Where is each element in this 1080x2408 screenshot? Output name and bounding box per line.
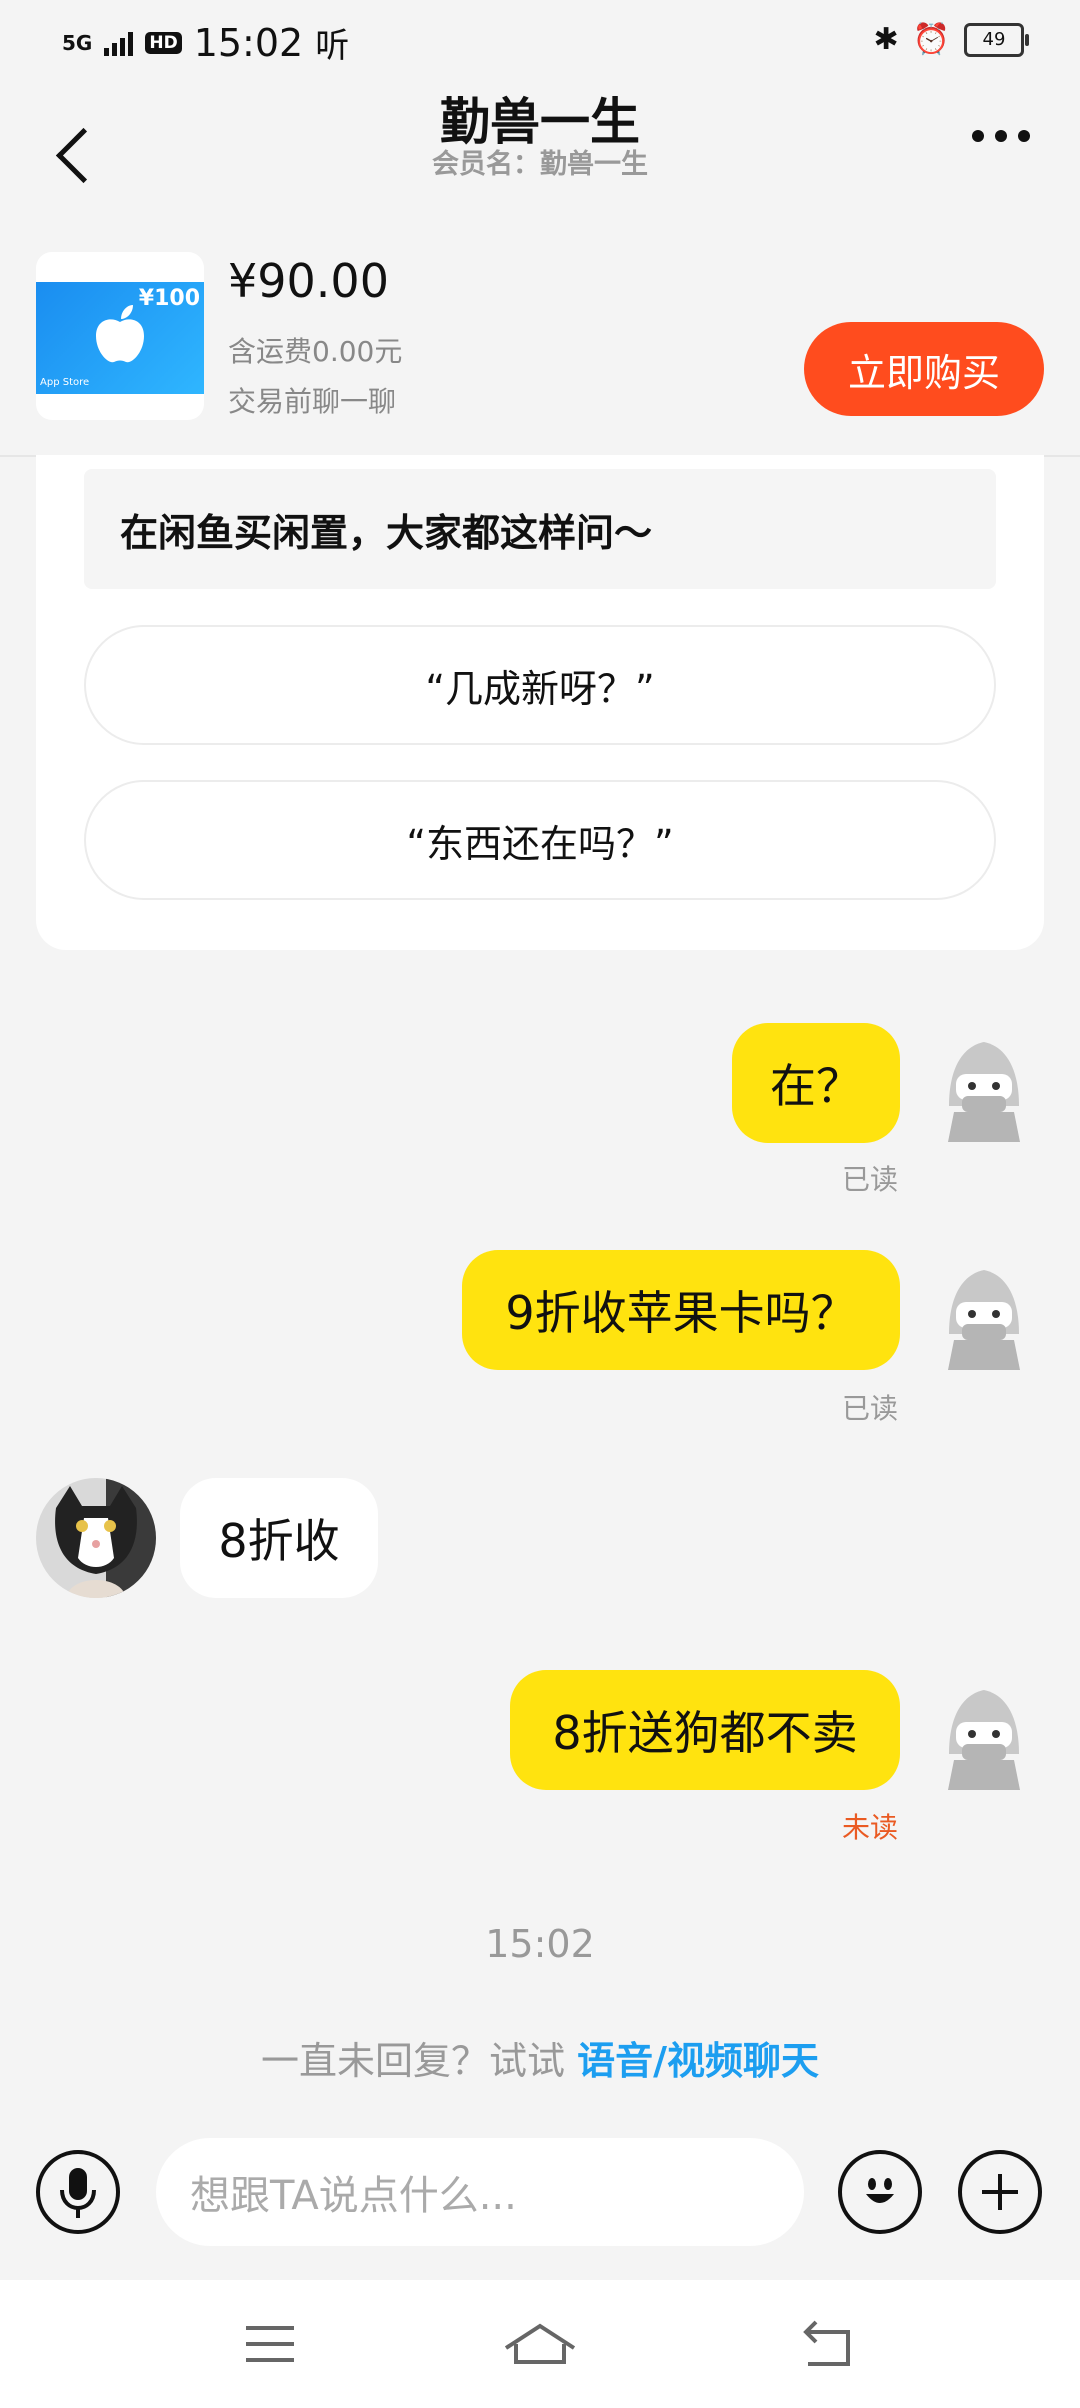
product-price: ¥90.00 — [228, 254, 389, 308]
signal-icon — [104, 30, 134, 56]
home-icon[interactable] — [500, 2314, 580, 2374]
back-nav-icon[interactable] — [796, 2314, 856, 2374]
read-status: 已读 — [842, 1392, 899, 1425]
message-timestamp: 15:02 — [485, 1922, 595, 1966]
network-label: 5G — [62, 30, 93, 55]
voice-video-chat-link[interactable]: 语音/视频聊天 — [577, 2039, 819, 2083]
chat-hint: 交易前聊一聊 — [228, 385, 397, 418]
my-avatar[interactable] — [934, 1684, 1034, 1794]
apple-logo-icon — [96, 305, 144, 363]
product-thumbnail[interactable]: ¥100 App Store — [36, 252, 204, 420]
alarm-icon: ⏰ — [912, 22, 950, 57]
input-bar: 想跟TA说点什么... — [0, 2120, 1080, 2280]
my-message-bubble[interactable]: 9折收苹果卡吗？ — [462, 1250, 900, 1370]
more-options-icon[interactable] — [972, 130, 1030, 142]
suggested-question[interactable]: “东西还在吗？” — [84, 780, 996, 900]
status-bar: 5G HD 15:02 听 ✱ ⏰ 49 — [0, 0, 1080, 80]
emoji-icon — [866, 2178, 894, 2203]
shipping-info: 含运费0.00元 — [228, 335, 403, 368]
no-reply-hint: 一直未回复？试试 语音/视频聊天 — [0, 2030, 1080, 2085]
my-avatar[interactable] — [934, 1264, 1034, 1374]
member-name: 会员名：勤兽一生 — [432, 149, 648, 180]
suggested-questions: 在闲鱼买闲置，大家都这样问～ “几成新呀？” “东西还在吗？” — [36, 455, 1044, 950]
my-message-bubble[interactable]: 在？ — [732, 1023, 900, 1143]
contact-avatar[interactable] — [36, 1478, 156, 1598]
hd-badge: HD — [145, 31, 182, 54]
suggestions-heading: 在闲鱼买闲置，大家都这样问～ — [84, 469, 996, 589]
message-input[interactable]: 想跟TA说点什么... — [156, 2138, 804, 2246]
buy-now-button[interactable]: 立即购买 — [804, 322, 1044, 416]
plus-icon — [982, 2174, 1018, 2210]
bluetooth-icon: ✱ — [873, 22, 899, 57]
menu-icon[interactable] — [240, 2314, 300, 2374]
product-summary[interactable]: ¥100 App Store ¥90.00 含运费0.00元 交易前聊一聊 立即… — [0, 230, 1080, 457]
system-nav-bar — [0, 2280, 1080, 2408]
chat-header: 勤兽一生 会员名：勤兽一生 — [0, 80, 1080, 230]
emoji-button[interactable] — [838, 2150, 922, 2234]
card-store-label: App Store — [40, 377, 90, 388]
gift-card-image: ¥100 App Store — [36, 282, 204, 394]
status-time: 15:02 — [193, 20, 304, 65]
my-message-bubble[interactable]: 8折送狗都不卖 — [510, 1670, 900, 1790]
my-avatar[interactable] — [934, 1036, 1034, 1146]
no-reply-text: 一直未回复？试试 — [261, 2039, 578, 2083]
voice-input-button[interactable] — [36, 2150, 120, 2234]
contact-message-bubble[interactable]: 8折收 — [180, 1478, 378, 1598]
battery-icon: 49 — [964, 22, 1029, 57]
read-status: 已读 — [842, 1163, 899, 1196]
unread-status: 未读 — [842, 1811, 899, 1844]
microphone-icon — [60, 2168, 96, 2218]
listen-label: 听 — [315, 26, 350, 66]
more-actions-button[interactable] — [958, 2150, 1042, 2234]
suggested-question[interactable]: “几成新呀？” — [84, 625, 996, 745]
